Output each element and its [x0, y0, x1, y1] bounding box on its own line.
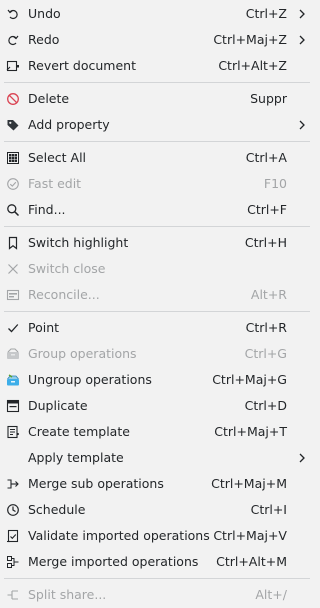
- menu-item-shortcut: Ctrl+Maj+Z: [213, 32, 287, 47]
- menu-separator: [4, 578, 310, 579]
- menu-item-shortcut: Ctrl+G: [244, 346, 287, 361]
- menu-item-label: Add property: [28, 117, 110, 132]
- menu-item-shortcut: Ctrl+A: [245, 150, 287, 165]
- menu-item-select-all[interactable]: Select All Ctrl+A: [0, 145, 314, 171]
- menu-item-label: Redo: [28, 32, 60, 47]
- menu-item-delete[interactable]: Delete Suppr: [0, 86, 314, 112]
- menu-item-reconcile[interactable]: Reconcile... Alt+R: [0, 282, 314, 308]
- menu-item-ungroup-operations[interactable]: Ungroup operations Ctrl+Maj+G: [0, 367, 314, 393]
- chevron-right-icon: [298, 119, 306, 131]
- reconcile-icon: [6, 288, 20, 302]
- menu-item-label: Validate imported operations: [28, 528, 210, 543]
- menu-item-label: Revert document: [28, 58, 136, 73]
- chevron-right-icon: [298, 452, 306, 464]
- menu-item-shortcut: Alt+/: [255, 587, 287, 602]
- menu-item-merge-sub-operations[interactable]: Merge sub operations Ctrl+Maj+M: [0, 471, 314, 497]
- menu-item-label: Apply template: [28, 450, 124, 465]
- menu-item-label: Switch highlight: [28, 235, 129, 250]
- menu-item-shortcut: Ctrl+Z: [245, 6, 287, 21]
- menu-item-shortcut: Ctrl+Maj+V: [213, 528, 287, 543]
- menu-item-redo[interactable]: Redo Ctrl+Maj+Z: [0, 27, 314, 53]
- menu-item-shortcut: Suppr: [250, 91, 287, 106]
- checkmark-icon: [6, 321, 20, 335]
- menu-item-label: Schedule: [28, 502, 86, 517]
- ungroup-icon: [6, 373, 20, 387]
- menu-item-switch-highlight[interactable]: Switch highlight Ctrl+H: [0, 230, 314, 256]
- menu-item-label: Group operations: [28, 346, 137, 361]
- menu-item-label: Select All: [28, 150, 87, 165]
- chevron-right-icon: [298, 8, 306, 20]
- menu-item-find[interactable]: Find... Ctrl+F: [0, 197, 314, 223]
- menu-item-shortcut: Ctrl+Maj+G: [212, 372, 287, 387]
- chevron-right-icon: [298, 34, 306, 46]
- menu-item-apply-template[interactable]: Apply template: [0, 445, 314, 471]
- search-icon: [6, 203, 20, 217]
- menu-item-validate-imported-operations[interactable]: Validate imported operations Ctrl+Maj+V: [0, 523, 314, 549]
- menu-item-label: Switch close: [28, 261, 106, 276]
- menu-item-shortcut: Ctrl+Maj+M: [211, 476, 287, 491]
- menu-item-add-property[interactable]: Add property: [0, 112, 314, 138]
- menu-item-group-operations[interactable]: Group operations Ctrl+G: [0, 341, 314, 367]
- menu-item-shortcut: F10: [263, 176, 287, 191]
- menu-item-shortcut: Ctrl+Alt+Z: [218, 58, 287, 73]
- group-icon: [6, 347, 20, 361]
- merge-imported-icon: [6, 555, 20, 569]
- menu-item-label: Merge sub operations: [28, 476, 164, 491]
- menu-item-split-share[interactable]: Split share... Alt+/: [0, 582, 314, 608]
- menu-item-revert-document[interactable]: Revert document Ctrl+Alt+Z: [0, 53, 314, 79]
- menu-item-label: Split share...: [28, 587, 107, 602]
- menu-item-shortcut: Ctrl+H: [244, 235, 287, 250]
- redo-icon: [6, 33, 20, 47]
- menu-item-shortcut: Ctrl+F: [247, 202, 287, 217]
- menu-item-point[interactable]: Point Ctrl+R: [0, 315, 314, 341]
- menu-separator: [4, 311, 310, 312]
- validate-icon: [6, 529, 20, 543]
- delete-icon: [6, 92, 20, 106]
- menu-separator: [4, 141, 310, 142]
- select-all-icon: [6, 151, 20, 165]
- split-icon: [6, 588, 20, 602]
- menu-item-shortcut: Ctrl+Alt+M: [216, 554, 287, 569]
- menu-item-label: Find...: [28, 202, 66, 217]
- menu-item-label: Delete: [28, 91, 70, 106]
- menu-item-shortcut: Ctrl+I: [250, 502, 287, 517]
- menu-item-label: Ungroup operations: [28, 372, 152, 387]
- menu-item-switch-close[interactable]: Switch close: [0, 256, 314, 282]
- menu-item-duplicate[interactable]: Duplicate Ctrl+D: [0, 393, 314, 419]
- clock-icon: [6, 503, 20, 517]
- bookmark-icon: [6, 236, 20, 250]
- menu-item-label: Point: [28, 320, 60, 335]
- merge-icon: [6, 477, 20, 491]
- menu-item-shortcut: Ctrl+R: [245, 320, 287, 335]
- template-icon: [6, 425, 20, 439]
- menu-separator: [4, 82, 310, 83]
- menu-item-schedule[interactable]: Schedule Ctrl+I: [0, 497, 314, 523]
- revert-icon: [6, 59, 20, 73]
- menu-item-fast-edit[interactable]: Fast edit F10: [0, 171, 314, 197]
- menu-item-label: Duplicate: [28, 398, 88, 413]
- menu-item-undo[interactable]: Undo Ctrl+Z: [0, 1, 314, 27]
- duplicate-icon: [6, 399, 20, 413]
- edit-context-menu: Undo Ctrl+Z Redo Ctrl+Maj+Z Revert docum…: [0, 0, 314, 608]
- tag-icon: [6, 118, 20, 132]
- menu-separator: [4, 226, 310, 227]
- menu-item-label: Create template: [28, 424, 130, 439]
- menu-item-label: Reconcile...: [28, 287, 100, 302]
- close-icon: [6, 262, 20, 276]
- menu-item-label: Undo: [28, 6, 61, 21]
- undo-icon: [6, 7, 20, 21]
- menu-item-shortcut: Ctrl+D: [244, 398, 287, 413]
- menu-item-shortcut: Alt+R: [250, 287, 287, 302]
- menu-item-merge-imported-operations[interactable]: Merge imported operations Ctrl+Alt+M: [0, 549, 314, 575]
- menu-item-create-template[interactable]: Create template Ctrl+Maj+T: [0, 419, 314, 445]
- check-circle-icon: [6, 177, 20, 191]
- menu-item-shortcut: Ctrl+Maj+T: [214, 424, 287, 439]
- menu-item-label: Fast edit: [28, 176, 82, 191]
- menu-item-label: Merge imported operations: [28, 554, 199, 569]
